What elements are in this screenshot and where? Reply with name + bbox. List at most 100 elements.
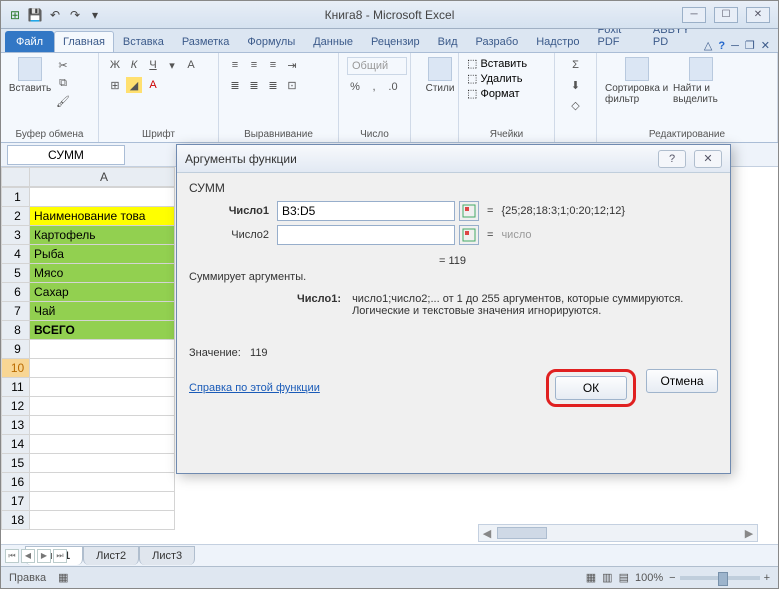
row-header[interactable]: 12 (2, 397, 30, 416)
zoom-level[interactable]: 100% (635, 572, 663, 584)
ok-button[interactable]: ОК (555, 376, 627, 400)
cell[interactable]: ВСЕГО (30, 321, 175, 340)
maximize-button[interactable]: ☐ (714, 7, 738, 23)
cell[interactable] (30, 511, 175, 530)
format-painter-icon[interactable]: 🖌 (55, 93, 71, 109)
row-header[interactable]: 7 (2, 302, 30, 321)
row-header[interactable]: 10 (2, 359, 30, 378)
redo-icon[interactable]: ↷ (67, 7, 83, 23)
autosum-icon[interactable]: Σ (568, 57, 584, 73)
row-header[interactable]: 16 (2, 473, 30, 492)
col-header-A[interactable]: A (30, 168, 175, 187)
cell[interactable]: Рыба (30, 245, 175, 264)
zoom-slider[interactable]: −+ (669, 572, 770, 584)
workbook-close-icon[interactable]: ✕ (761, 39, 770, 52)
paste-button[interactable]: Вставить (9, 57, 51, 94)
tab-layout[interactable]: Разметка (173, 31, 239, 52)
minimize-button[interactable]: ─ (682, 7, 706, 23)
dialog-close-button[interactable]: ✕ (694, 150, 722, 168)
styles-button[interactable]: Стили (419, 57, 461, 94)
close-button[interactable]: ✕ (746, 7, 770, 23)
cell[interactable] (30, 188, 175, 207)
cell[interactable]: Мясо (30, 264, 175, 283)
arg1-input[interactable] (277, 201, 455, 221)
cell[interactable] (30, 492, 175, 511)
arg2-input[interactable] (277, 225, 455, 245)
row-header[interactable]: 4 (2, 245, 30, 264)
cell[interactable]: Наименование това (30, 207, 175, 226)
sheet-tab-2[interactable]: Лист2 (83, 546, 139, 565)
dialog-help-button[interactable]: ? (658, 150, 686, 168)
row-header[interactable]: 5 (2, 264, 30, 283)
cell[interactable] (30, 454, 175, 473)
number-format-dropdown[interactable]: Общий (347, 57, 407, 75)
sort-filter-button[interactable]: Сортировка и фильтр (605, 57, 669, 105)
workbook-minimize-icon[interactable]: ─ (731, 40, 739, 52)
sheet-nav-prev-icon[interactable]: ◀ (21, 549, 35, 563)
tab-home[interactable]: Главная (54, 31, 114, 52)
cell[interactable]: Картофель (30, 226, 175, 245)
row-header[interactable]: 13 (2, 416, 30, 435)
cell[interactable] (30, 397, 175, 416)
tab-addins[interactable]: Надстро (527, 31, 588, 52)
help-icon[interactable]: ? (718, 40, 725, 52)
view-layout-icon[interactable]: ▥ (602, 571, 612, 584)
sheet-nav-next-icon[interactable]: ▶ (37, 549, 51, 563)
cell[interactable] (30, 435, 175, 454)
sheet-nav-last-icon[interactable]: ⏭ (53, 549, 67, 563)
sheet-tab-3[interactable]: Лист3 (139, 546, 195, 565)
fill-icon[interactable]: ⬇ (568, 77, 584, 93)
sheet-nav-first-icon[interactable]: ⏮ (5, 549, 19, 563)
arg1-range-picker-icon[interactable] (459, 201, 479, 221)
row-header[interactable]: 14 (2, 435, 30, 454)
clear-icon[interactable]: ◇ (568, 97, 584, 113)
cell[interactable] (30, 359, 175, 378)
tab-developer[interactable]: Разрабо (467, 31, 528, 52)
undo-icon[interactable]: ↶ (47, 7, 63, 23)
qat-dropdown-icon[interactable]: ▾ (87, 7, 103, 23)
macro-record-icon[interactable]: ▦ (58, 571, 68, 584)
name-box[interactable]: СУММ (7, 145, 125, 165)
cells-format-button[interactable]: ⬚ Формат (467, 87, 520, 100)
row-header[interactable]: 3 (2, 226, 30, 245)
save-icon[interactable]: 💾 (27, 7, 43, 23)
cell[interactable] (30, 378, 175, 397)
cut-icon[interactable]: ✂ (55, 57, 71, 73)
cell[interactable] (30, 473, 175, 492)
tab-data[interactable]: Данные (304, 31, 362, 52)
status-mode: Правка (9, 572, 46, 584)
row-header[interactable]: 11 (2, 378, 30, 397)
tab-file[interactable]: Файл (5, 31, 54, 52)
cells-delete-button[interactable]: ⬚ Удалить (467, 72, 522, 85)
cell[interactable]: Сахар (30, 283, 175, 302)
row-header[interactable]: 1 (2, 188, 30, 207)
cancel-button[interactable]: Отмена (646, 369, 718, 393)
ribbon-minimize-icon[interactable]: △ (704, 39, 712, 52)
function-arguments-dialog: Аргументы функции ? ✕ СУММ Число1 = {25;… (176, 144, 731, 474)
view-normal-icon[interactable]: ▦ (586, 571, 596, 584)
copy-icon[interactable]: ⧉ (55, 75, 71, 91)
cell[interactable] (30, 340, 175, 359)
row-header[interactable]: 6 (2, 283, 30, 302)
view-pagebreak-icon[interactable]: ▤ (619, 571, 629, 584)
row-header[interactable]: 9 (2, 340, 30, 359)
arg2-range-picker-icon[interactable] (459, 225, 479, 245)
row-header[interactable]: 2 (2, 207, 30, 226)
tab-view[interactable]: Вид (429, 31, 467, 52)
row-header[interactable]: 15 (2, 454, 30, 473)
row-header[interactable]: 17 (2, 492, 30, 511)
cell[interactable] (30, 416, 175, 435)
dialog-titlebar[interactable]: Аргументы функции ? ✕ (177, 145, 730, 173)
cell[interactable]: Чай (30, 302, 175, 321)
row-header[interactable]: 18 (2, 511, 30, 530)
tab-insert[interactable]: Вставка (114, 31, 173, 52)
tab-formulas[interactable]: Формулы (238, 31, 304, 52)
row-header[interactable]: 8 (2, 321, 30, 340)
tab-review[interactable]: Рецензир (362, 31, 429, 52)
horizontal-scrollbar[interactable]: ◀▶ (478, 524, 758, 542)
cells-insert-button[interactable]: ⬚ Вставить (467, 57, 527, 70)
find-select-button[interactable]: Найти и выделить (673, 57, 729, 105)
select-all-corner[interactable] (2, 168, 30, 187)
help-link[interactable]: Справка по этой функции (189, 382, 320, 394)
workbook-restore-icon[interactable]: ❐ (745, 39, 755, 52)
